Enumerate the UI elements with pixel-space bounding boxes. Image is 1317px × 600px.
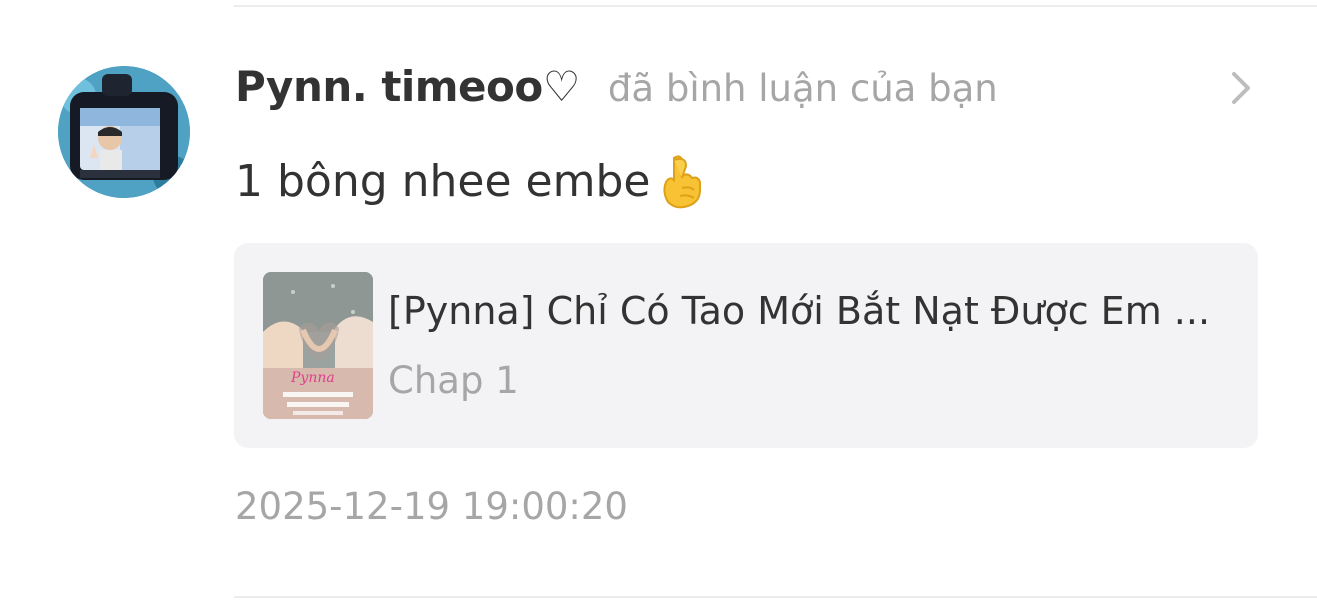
action-text: đã bình luận của bạn [607, 67, 998, 110]
story-card[interactable]: Pynna [Pynna] Chỉ Có Tao Mới Bắt Nạt Đượ… [234, 243, 1258, 448]
crossed-fingers-emoji-icon [652, 152, 706, 210]
comment-text: 1 bông nhee embe [235, 152, 706, 210]
chevron-right-icon[interactable] [1226, 70, 1256, 106]
bottom-divider [234, 596, 1317, 598]
avatar-image [58, 66, 190, 198]
story-chapter: Chap 1 [388, 359, 519, 402]
username-link[interactable]: Pynn. timeoo♡ [235, 62, 580, 111]
notification-page: Pynn. timeoo♡ đã bình luận của bạn 1 bôn… [0, 0, 1317, 600]
top-divider [234, 5, 1317, 7]
cover-logo: Pynna [290, 370, 335, 386]
timestamp: 2025-12-19 19:00:20 [235, 485, 628, 528]
story-cover-image: Pynna [263, 272, 373, 419]
story-title: [Pynna] Chỉ Có Tao Mới Bắt Nạt Được Em .… [388, 289, 1211, 333]
notification-header: Pynn. timeoo♡ đã bình luận của bạn [235, 62, 998, 118]
avatar[interactable] [58, 66, 190, 198]
comment-body: 1 bông nhee embe [235, 155, 651, 207]
